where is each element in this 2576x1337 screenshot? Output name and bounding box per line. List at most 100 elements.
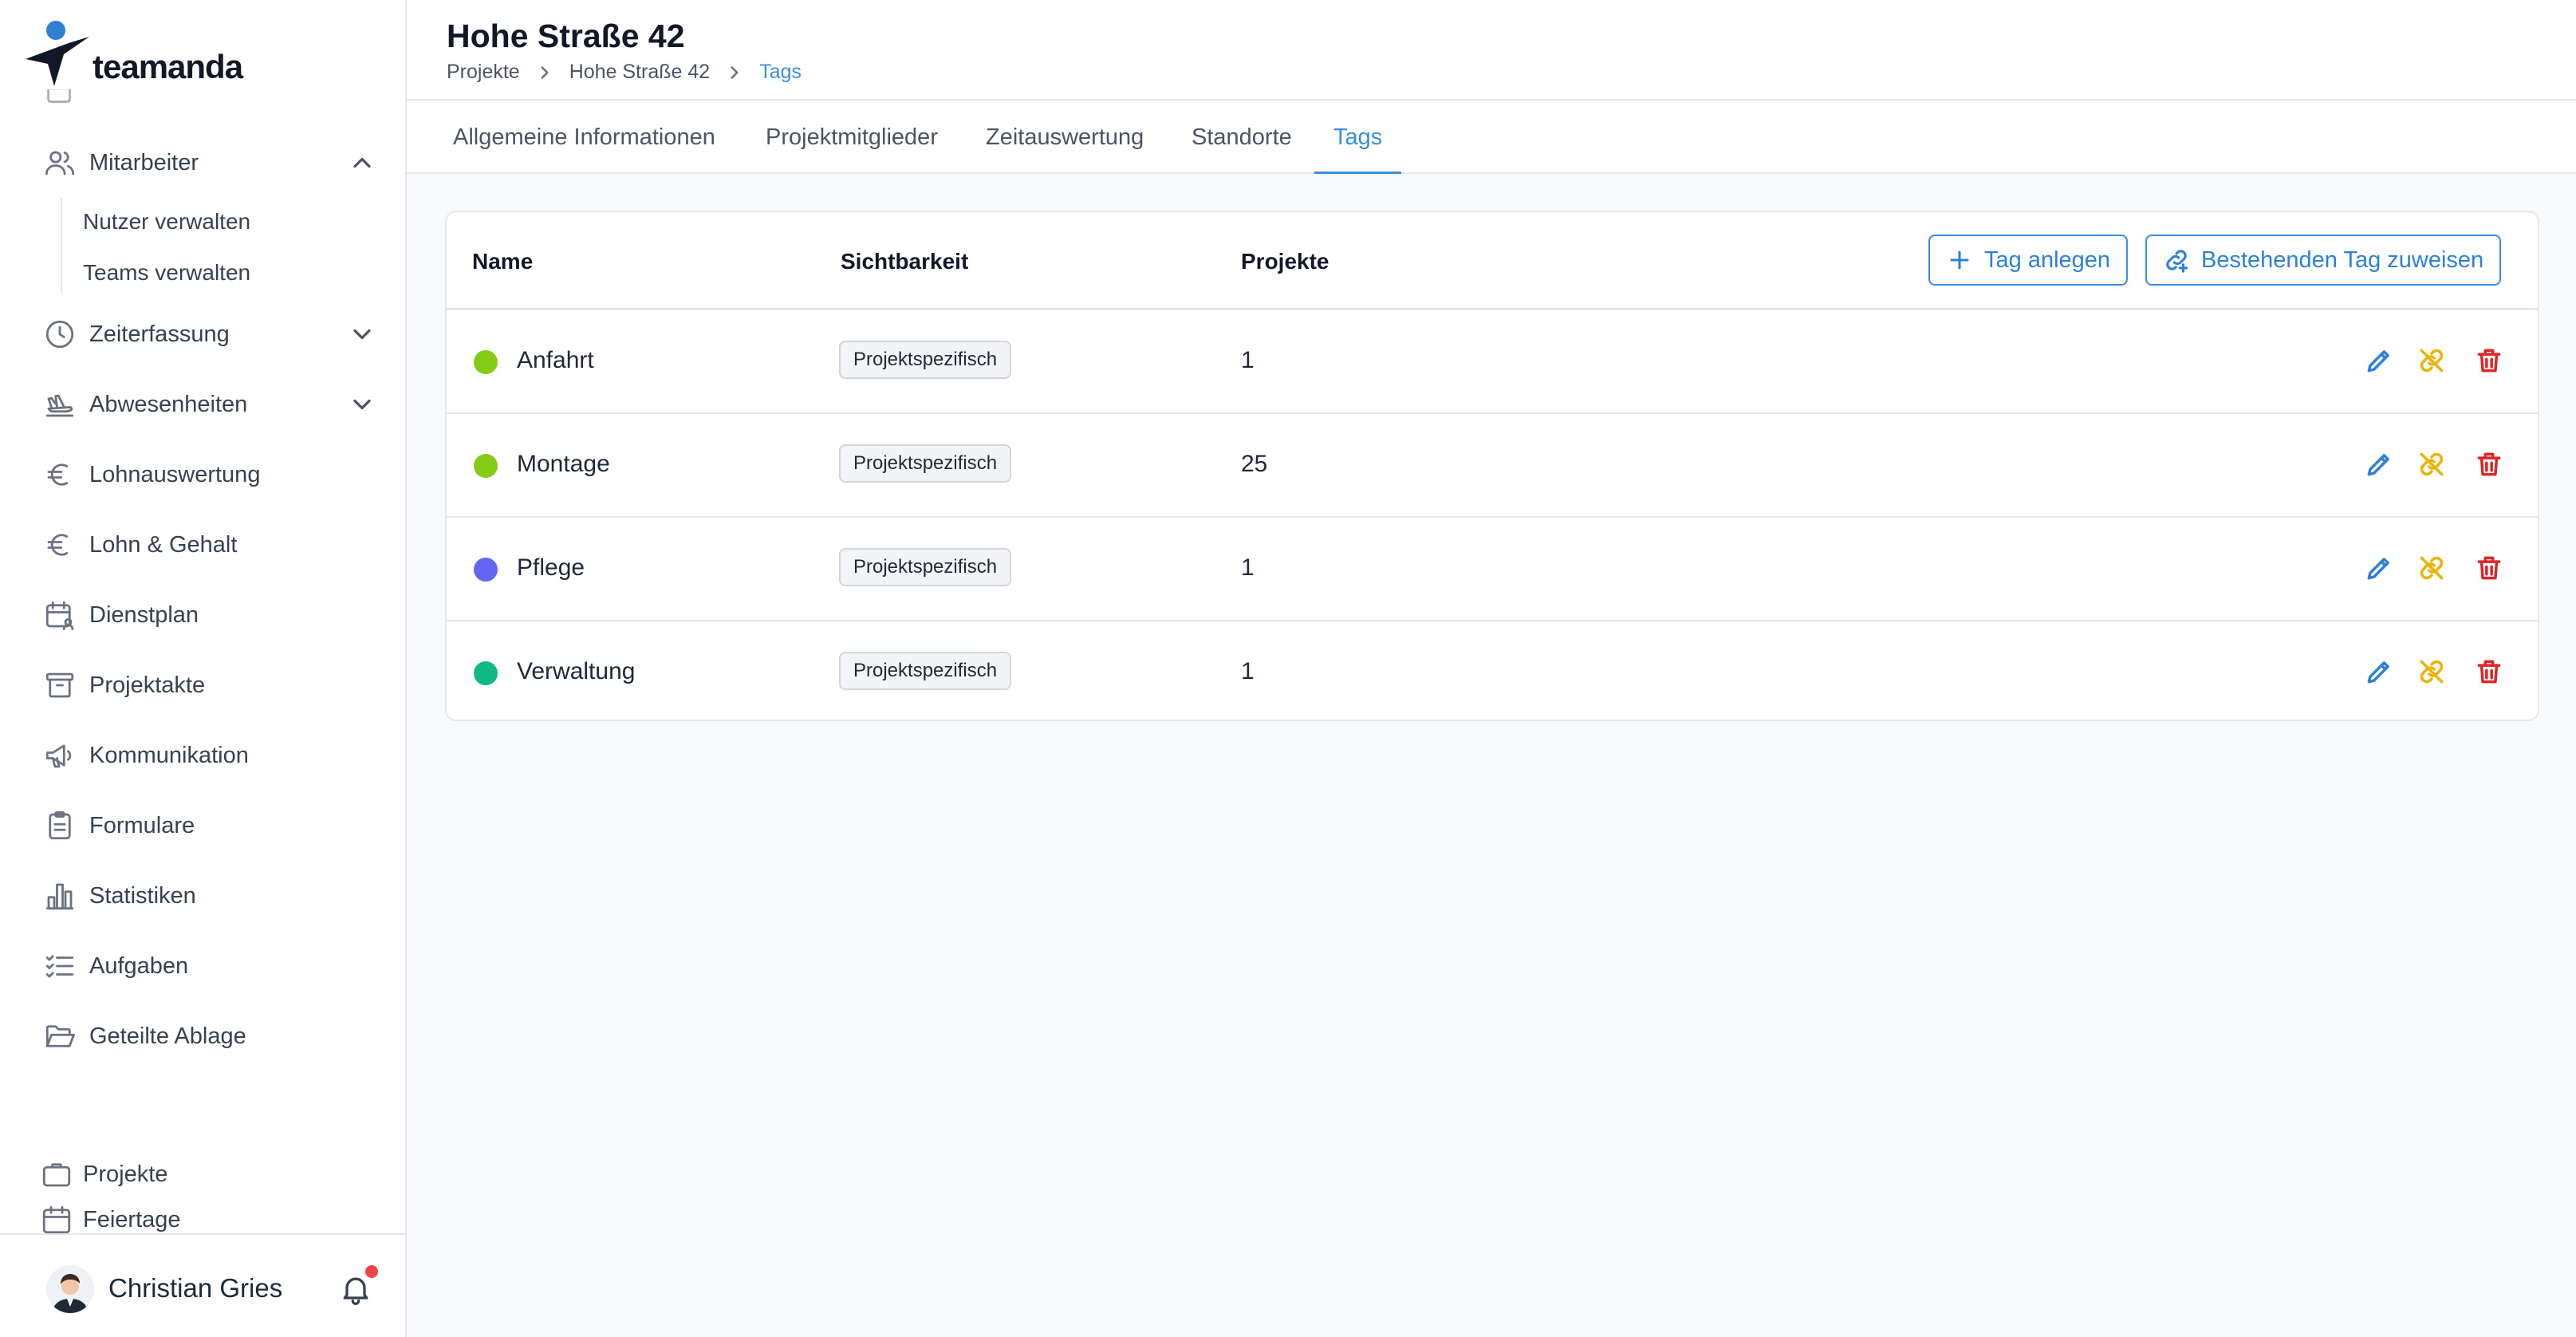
sidebar-item-zeiterfassung[interactable]: Zeiterfassung: [41, 310, 376, 358]
briefcase-icon: [38, 1156, 75, 1193]
breadcrumb-item-current: Tags: [759, 61, 802, 83]
breadcrumb: Projekte Hohe Straße 42 Tags: [447, 61, 802, 84]
assign-tag-label: Bestehenden Tag zuweisen: [2201, 246, 2484, 273]
teamanda-logo[interactable]: teamanda: [22, 16, 243, 88]
page-title: Hohe Straße 42: [447, 18, 685, 54]
chevron-down-icon: [348, 320, 376, 349]
checklist-icon: [41, 948, 78, 984]
trash-icon[interactable]: [2474, 449, 2506, 481]
page-header: Hohe Straße 42 Projekte Hohe Straße 42 T…: [407, 0, 2576, 101]
visibility-badge: Projektspezifisch: [839, 444, 1012, 483]
tag-color-dot: [474, 454, 498, 478]
table-row: Montage Projektspezifisch 25: [447, 414, 2538, 518]
table-row: Anfahrt Projektspezifisch 1: [447, 310, 2538, 414]
sidebar-item-label: Statistiken: [89, 882, 196, 909]
sidebar-item-lohn-gehalt[interactable]: Lohn & Gehalt: [41, 521, 376, 569]
plus-icon: [1950, 250, 1969, 270]
submenu-line: [61, 198, 62, 294]
avatar[interactable]: [46, 1265, 94, 1313]
euro-icon: [41, 456, 78, 493]
plane-icon: [41, 386, 78, 423]
tab-tags[interactable]: Tags: [1314, 102, 1402, 174]
assign-tag-button[interactable]: Bestehenden Tag zuweisen: [2145, 235, 2502, 286]
sidebar-item-geteilte-ablage[interactable]: Geteilte Ablage: [41, 1012, 376, 1060]
sidebar-item-kommunikation[interactable]: Kommunikation: [41, 732, 376, 779]
sidebar-item-label: Formulare: [89, 812, 195, 838]
trash-icon[interactable]: [2474, 345, 2506, 377]
project-count: 1: [1241, 658, 1255, 684]
sidebar-item-label: Geteilte Ablage: [89, 1023, 246, 1049]
sidebar-item-mitarbeiter[interactable]: Mitarbeiter: [41, 139, 376, 187]
logo-text: teamanda: [93, 48, 243, 85]
trash-icon[interactable]: [2474, 553, 2506, 585]
chevron-up-icon: [348, 148, 376, 177]
calendar-user-icon: [41, 597, 78, 633]
pencil-icon[interactable]: [2364, 657, 2396, 688]
visibility-badge: Projektspezifisch: [839, 341, 1012, 379]
tab-zeitauswertung[interactable]: Zeitauswertung: [986, 102, 1144, 174]
user-name[interactable]: Christian Gries: [108, 1273, 282, 1303]
sidebar-item-projektakte[interactable]: Projektakte: [41, 661, 376, 709]
sidebar-item-projekte[interactable]: Projekte: [38, 1150, 373, 1198]
calendar-icon: [45, 89, 73, 107]
unlink-icon[interactable]: [2416, 345, 2448, 377]
megaphone-icon: [41, 737, 78, 774]
sidebar-item-label: Aufgaben: [89, 952, 189, 979]
table-row: Verwaltung Projektspezifisch 1: [447, 621, 2538, 725]
sidebar-item-label: Kommunikation: [89, 742, 249, 768]
trash-icon[interactable]: [2474, 657, 2506, 688]
sidebar-item-label: Abwesenheiten: [89, 391, 248, 417]
breadcrumb-item[interactable]: Hohe Straße 42: [569, 61, 711, 84]
pencil-icon[interactable]: [2364, 553, 2396, 585]
tag-color-dot: [474, 558, 498, 582]
sidebar: teamanda Mitarbeiter Nutzer verwalten Te…: [0, 0, 407, 1337]
sidebar-item-label: Mitarbeiter: [89, 149, 199, 176]
create-tag-button[interactable]: Tag anlegen: [1928, 235, 2129, 286]
clipboard-icon: [41, 807, 78, 844]
logo-mark-icon: [26, 21, 89, 86]
main-content: Name Sichtbarkeit Projekte Tag anlegen B…: [407, 174, 2576, 1337]
notification-dot: [365, 1265, 378, 1278]
chevron-right-icon: [534, 62, 555, 83]
tag-color-dot: [474, 661, 498, 685]
unlink-icon[interactable]: [2416, 553, 2448, 585]
sidebar-item-abwesenheiten[interactable]: Abwesenheiten: [41, 381, 376, 428]
clock-icon: [41, 316, 78, 353]
link-plus-icon: [2166, 250, 2188, 273]
pencil-icon[interactable]: [2364, 449, 2396, 481]
archive-icon: [41, 667, 78, 704]
tag-name: Anfahrt: [517, 347, 594, 373]
chevron-right-icon: [724, 62, 745, 83]
tag-name: Verwaltung: [517, 658, 636, 684]
sidebar-item-aufgaben[interactable]: Aufgaben: [41, 942, 376, 990]
unlink-icon[interactable]: [2416, 449, 2448, 481]
sidebar-item-label: Dienstplan: [89, 601, 199, 628]
tab-allgemeine-informationen[interactable]: Allgemeine Informationen: [453, 102, 715, 174]
sidebar-item-dienstplan[interactable]: Dienstplan: [41, 591, 376, 639]
tab-projektmitglieder[interactable]: Projektmitglieder: [766, 102, 938, 174]
sidebar-item-label: Feiertage: [83, 1207, 181, 1232]
column-header-name: Name: [472, 249, 534, 274]
project-count: 1: [1241, 347, 1255, 373]
bar-chart-icon: [41, 878, 78, 914]
tags-table: Name Sichtbarkeit Projekte Tag anlegen B…: [445, 211, 2539, 721]
sidebar-item-statistiken[interactable]: Statistiken: [41, 872, 376, 920]
column-header-projekte: Projekte: [1241, 249, 1329, 274]
avatar-image: [46, 1265, 94, 1313]
sidebar-item-lohnauswertung[interactable]: Lohnauswertung: [41, 451, 376, 499]
tag-color-dot: [474, 350, 498, 374]
sidebar-subitem-teams[interactable]: Teams verwalten: [83, 260, 250, 286]
sidebar-item-label: Projektakte: [89, 672, 206, 698]
sidebar-item-feiertage[interactable]: Feiertage: [38, 1201, 373, 1233]
tab-standorte[interactable]: Standorte: [1191, 102, 1292, 174]
sidebar-item-formulare[interactable]: Formulare: [41, 802, 376, 850]
unlink-icon[interactable]: [2416, 657, 2448, 688]
create-tag-label: Tag anlegen: [1984, 246, 2111, 273]
visibility-badge: Projektspezifisch: [839, 652, 1012, 690]
tag-name: Pflege: [517, 554, 585, 581]
project-count: 1: [1241, 554, 1255, 581]
breadcrumb-item[interactable]: Projekte: [447, 61, 520, 84]
pencil-icon[interactable]: [2364, 345, 2396, 377]
sidebar-subitem-nutzer[interactable]: Nutzer verwalten: [83, 209, 250, 235]
euro-icon: [41, 527, 78, 563]
